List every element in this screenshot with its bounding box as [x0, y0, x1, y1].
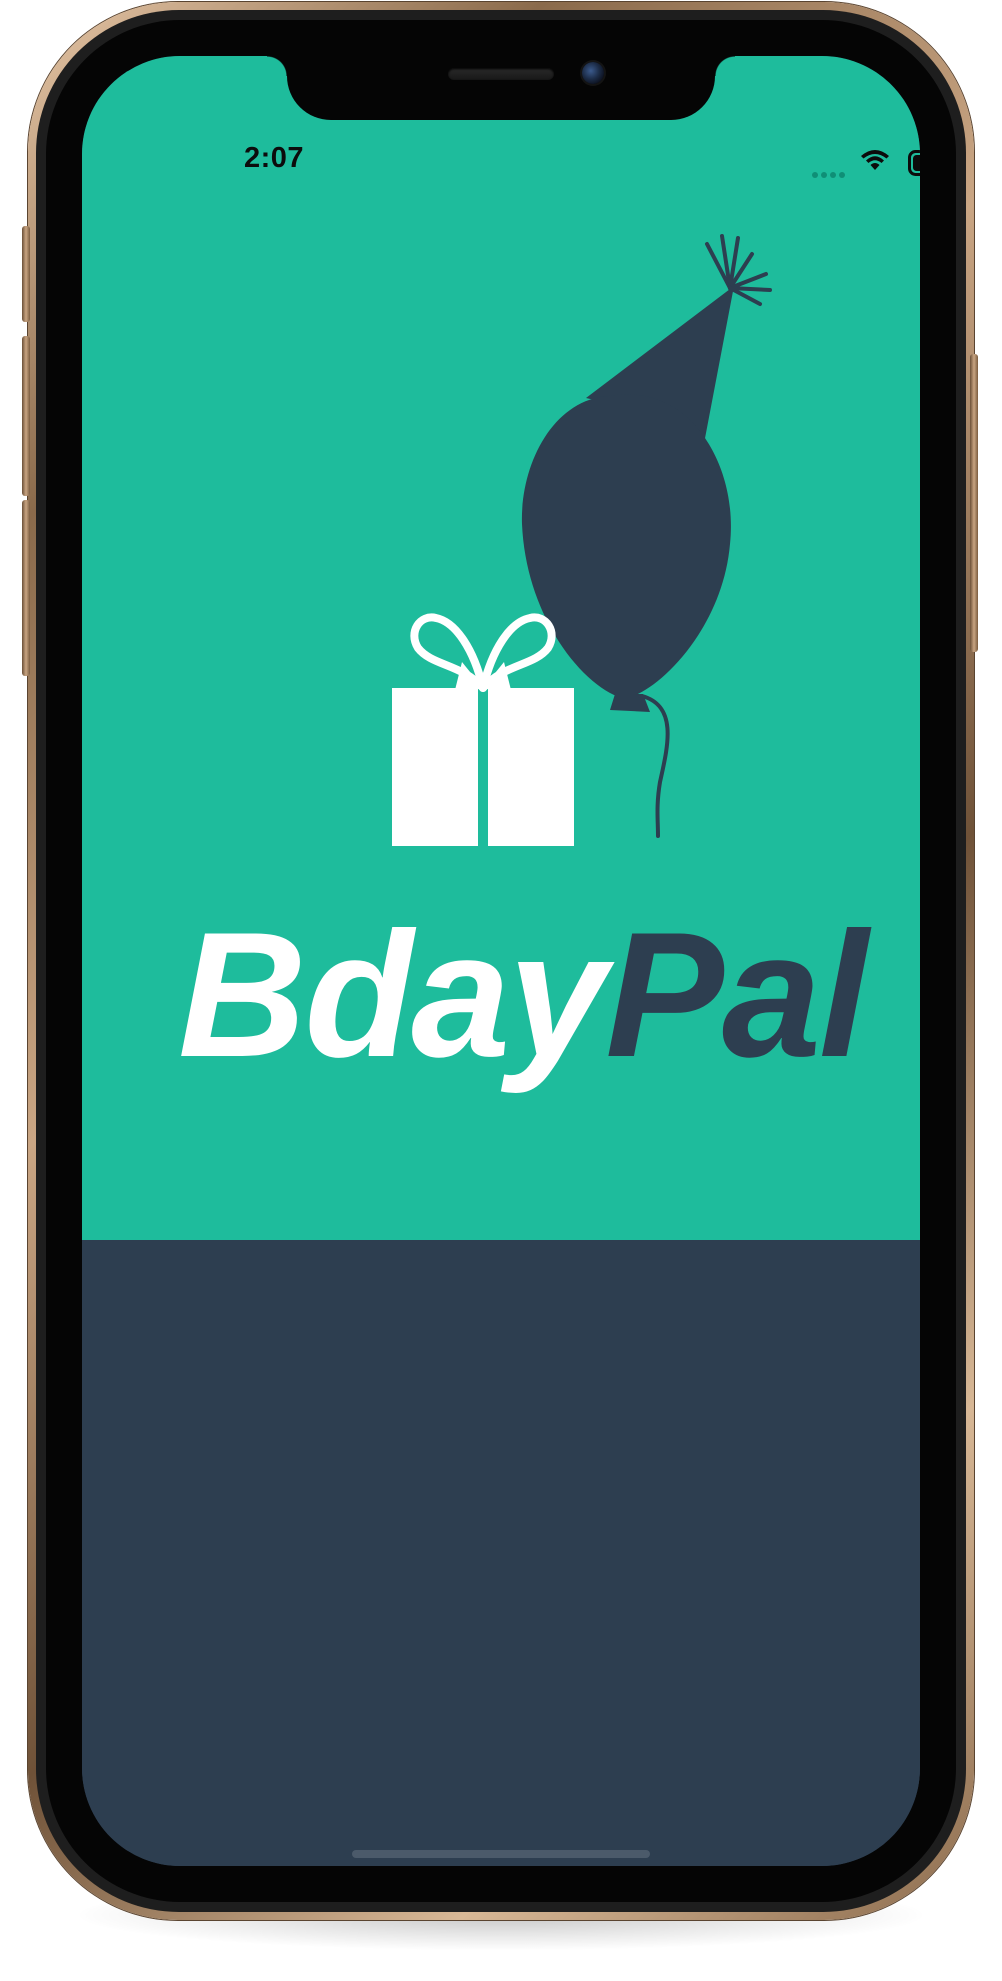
front-camera [582, 62, 604, 84]
gift-icon [392, 613, 574, 846]
device-mockup: 2:07 BdayPal [0, 0, 1002, 1981]
app-name-pal: Pal [605, 895, 868, 1094]
app-screen: 2:07 BdayPal [82, 56, 920, 1866]
mute-switch [22, 226, 30, 322]
power-button [970, 354, 978, 652]
app-logo-wordmark: BdayPal [178, 906, 868, 1084]
home-indicator[interactable] [352, 1850, 650, 1858]
volume-up-button [22, 336, 30, 496]
app-name-bday: Bday [178, 895, 607, 1094]
earpiece-speaker [448, 68, 554, 80]
splash-bottom-panel [82, 1240, 920, 1866]
volume-down-button [22, 500, 30, 676]
